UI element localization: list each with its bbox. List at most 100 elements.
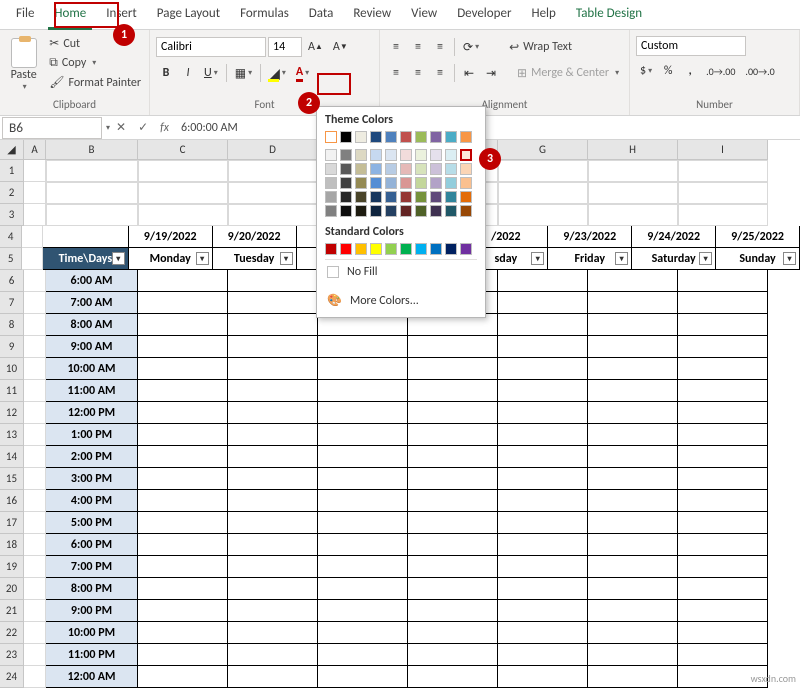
time-cell[interactable]: 12:00 AM: [46, 666, 138, 688]
date-header[interactable]: 9/20/2022: [213, 226, 297, 248]
grid-cell[interactable]: [318, 468, 408, 490]
color-swatch[interactable]: [430, 177, 442, 189]
align-bottom-button[interactable]: ≡: [430, 36, 450, 58]
grid-cell[interactable]: [408, 490, 498, 512]
color-swatch[interactable]: [415, 131, 427, 143]
time-cell[interactable]: 2:00 PM: [46, 446, 138, 468]
time-cell[interactable]: 5:00 PM: [46, 512, 138, 534]
grid-cell[interactable]: [228, 314, 318, 336]
align-middle-button[interactable]: ≡: [408, 36, 428, 58]
grid-cell[interactable]: [228, 490, 318, 512]
color-swatch[interactable]: [385, 177, 397, 189]
col-header[interactable]: C: [138, 140, 228, 160]
grid-cell[interactable]: [228, 270, 318, 292]
grid-cell[interactable]: [678, 534, 768, 556]
grid-cell[interactable]: [408, 556, 498, 578]
grid-cell[interactable]: [498, 490, 588, 512]
enter-icon[interactable]: ✓: [132, 120, 154, 135]
grid-cell[interactable]: [138, 358, 228, 380]
grid-cell[interactable]: [228, 512, 318, 534]
grid-cell[interactable]: [138, 292, 228, 314]
date-header[interactable]: 9/24/2022: [632, 226, 716, 248]
row-header[interactable]: 7: [0, 292, 24, 314]
grid-cell[interactable]: [588, 336, 678, 358]
color-swatch[interactable]: [445, 191, 457, 203]
decrease-decimal-button[interactable]: .00→.0: [741, 60, 778, 82]
color-swatch[interactable]: [430, 149, 442, 161]
grid-cell[interactable]: [678, 314, 768, 336]
row-header[interactable]: 18: [0, 534, 24, 556]
grid-cell[interactable]: [408, 600, 498, 622]
grid-cell[interactable]: [138, 622, 228, 644]
grid-cell[interactable]: [138, 402, 228, 424]
grid-cell[interactable]: [498, 534, 588, 556]
grid-cell[interactable]: [138, 534, 228, 556]
row-header[interactable]: 13: [0, 424, 24, 446]
color-swatch[interactable]: [340, 243, 352, 255]
grid-cell[interactable]: [138, 314, 228, 336]
color-swatch[interactable]: [370, 243, 382, 255]
fx-icon[interactable]: fx: [154, 121, 175, 135]
time-cell[interactable]: 11:00 PM: [46, 644, 138, 666]
grid-cell[interactable]: [408, 578, 498, 600]
color-swatch[interactable]: [460, 131, 472, 143]
row-header[interactable]: 17: [0, 512, 24, 534]
color-swatch[interactable]: [325, 177, 337, 189]
increase-indent-button[interactable]: ⇥: [481, 62, 501, 84]
grid-cell[interactable]: [228, 556, 318, 578]
day-header[interactable]: Sunday▾: [716, 248, 800, 270]
grid-cell[interactable]: [498, 358, 588, 380]
tab-formulas[interactable]: Formulas: [230, 0, 299, 29]
percent-button[interactable]: %: [658, 60, 678, 82]
grid-cell[interactable]: [678, 578, 768, 600]
grid-cell[interactable]: [678, 490, 768, 512]
color-swatch[interactable]: [385, 243, 397, 255]
color-swatch[interactable]: [370, 205, 382, 217]
tab-home[interactable]: Home: [44, 0, 96, 29]
color-swatch[interactable]: [325, 191, 337, 203]
color-swatch[interactable]: [430, 191, 442, 203]
filter-icon[interactable]: ▾: [280, 252, 293, 265]
time-cell[interactable]: 10:00 PM: [46, 622, 138, 644]
font-color-button[interactable]: A▾: [292, 62, 313, 84]
increase-decimal-button[interactable]: .0→.00: [702, 60, 739, 82]
grid-cell[interactable]: [678, 270, 768, 292]
grid-cell[interactable]: [228, 292, 318, 314]
color-swatch[interactable]: [385, 163, 397, 175]
grid-cell[interactable]: [318, 644, 408, 666]
bold-button[interactable]: B: [156, 62, 176, 84]
time-cell[interactable]: 7:00 AM: [46, 292, 138, 314]
grid-cell[interactable]: [588, 556, 678, 578]
grid-cell[interactable]: [318, 336, 408, 358]
grid-cell[interactable]: [318, 446, 408, 468]
grid-cell[interactable]: [228, 622, 318, 644]
time-cell[interactable]: 11:00 AM: [46, 380, 138, 402]
grid-cell[interactable]: [588, 490, 678, 512]
color-swatch[interactable]: [415, 191, 427, 203]
grid-cell[interactable]: [678, 556, 768, 578]
grid-cell[interactable]: [138, 512, 228, 534]
color-swatch[interactable]: [460, 243, 472, 255]
grid-cell[interactable]: [228, 468, 318, 490]
color-swatch[interactable]: [430, 163, 442, 175]
decrease-indent-button[interactable]: ⇤: [459, 62, 479, 84]
color-swatch[interactable]: [430, 205, 442, 217]
col-header[interactable]: I: [678, 140, 768, 160]
comma-button[interactable]: ,: [680, 60, 700, 82]
grid-cell[interactable]: [138, 446, 228, 468]
color-swatch[interactable]: [370, 131, 382, 143]
more-colors-button[interactable]: 🎨 More Colors...: [325, 288, 477, 313]
grid-cell[interactable]: [228, 666, 318, 688]
color-swatch[interactable]: [445, 177, 457, 189]
filter-icon[interactable]: ▾: [615, 252, 628, 265]
color-swatch[interactable]: [355, 205, 367, 217]
color-swatch[interactable]: [445, 243, 457, 255]
tab-help[interactable]: Help: [521, 0, 565, 29]
day-header[interactable]: Tuesday▾: [213, 248, 297, 270]
grid-cell[interactable]: [678, 446, 768, 468]
color-swatch[interactable]: [400, 177, 412, 189]
borders-button[interactable]: ▦▾: [231, 62, 256, 84]
time-days-header[interactable]: Time\Days▾: [43, 248, 129, 270]
grid-cell[interactable]: [408, 644, 498, 666]
color-swatch[interactable]: [355, 243, 367, 255]
